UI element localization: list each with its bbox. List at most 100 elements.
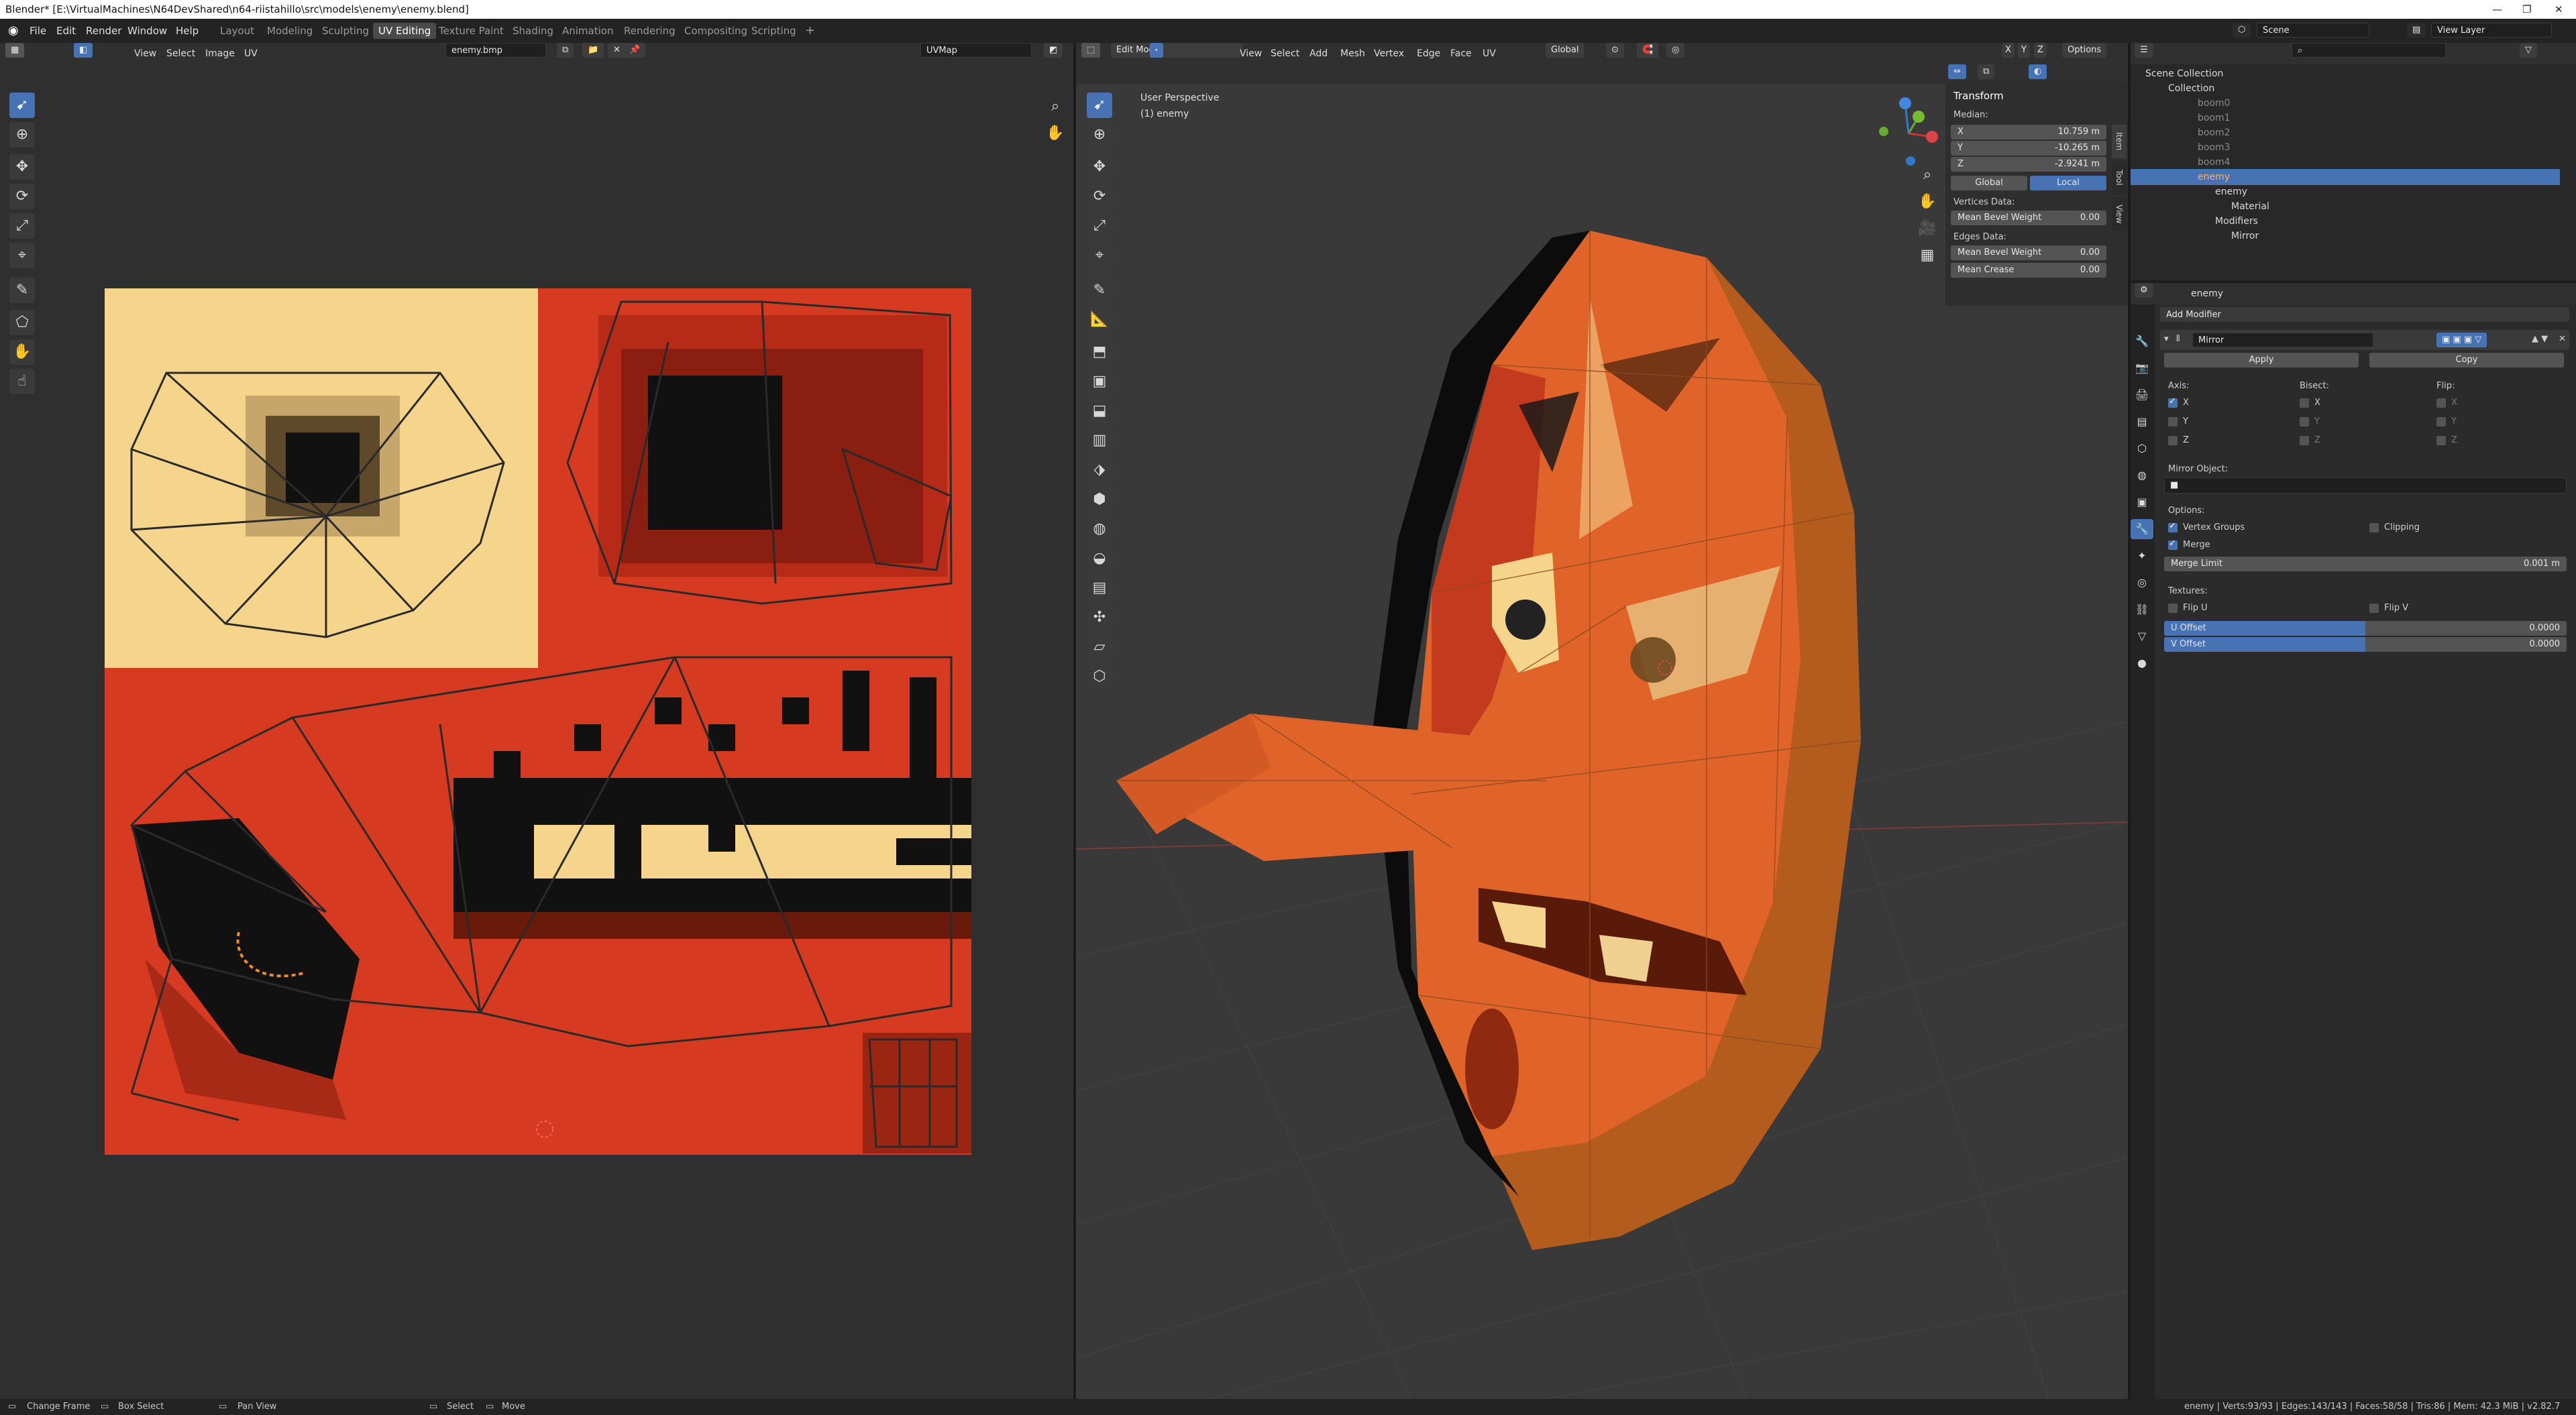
mean-crease-field[interactable]: Mean Crease 0.00 xyxy=(1951,263,2106,278)
uv-rip-tool-icon[interactable]: ⬠ xyxy=(9,310,35,335)
uv-transform-tool-icon[interactable]: ⌖ xyxy=(9,243,35,268)
modifier-move-icon[interactable]: ▲ ▼ xyxy=(2532,334,2548,344)
outliner-item-enemy[interactable]: enemy xyxy=(2131,169,2560,185)
pin-icon[interactable]: 📌 xyxy=(624,43,646,58)
mirror-x-toggle[interactable]: X xyxy=(2002,43,2015,58)
uv-cursor-tool-icon[interactable]: ⊕ xyxy=(9,122,35,148)
uv-move-tool-icon[interactable]: ✥ xyxy=(9,154,35,180)
vp-menu-edge[interactable]: Edge xyxy=(1417,43,1440,64)
uv-display-icon[interactable]: ◩ xyxy=(1044,43,1063,58)
view-layer-icon[interactable]: ▤ xyxy=(2407,23,2426,38)
global-toggle[interactable]: Global xyxy=(1951,176,2027,190)
scene-tab-icon[interactable]: ⬡ xyxy=(2131,439,2153,459)
uv-menu-view[interactable]: View xyxy=(134,43,156,64)
vp-menu-select[interactable]: Select xyxy=(1271,43,1299,64)
vp-menu-add[interactable]: Add xyxy=(1309,43,1328,64)
vp-cursor-tool-icon[interactable]: ⊕ xyxy=(1087,122,1112,148)
vp-measure-tool-icon[interactable]: 📐 xyxy=(1087,307,1112,333)
overlays-icon[interactable]: ⧉ xyxy=(1978,64,1995,79)
world-tab-icon[interactable]: ◍ xyxy=(2131,465,2153,486)
output-tab-icon[interactable]: 🖨 xyxy=(2131,385,2153,405)
uv-scale-tool-icon[interactable]: ⤢ xyxy=(9,213,35,239)
vp-annotate-tool-icon[interactable]: ✎ xyxy=(1087,278,1112,303)
snap-icon[interactable]: 🧲 xyxy=(1637,43,1659,58)
vp-loopcut-tool-icon[interactable]: ▥ xyxy=(1087,428,1112,453)
navigation-gizmo[interactable] xyxy=(1872,97,1945,170)
vp-transform-tool-icon[interactable]: ⌖ xyxy=(1087,243,1112,268)
vp-rip-tool-icon[interactable]: ⬡ xyxy=(1087,664,1112,689)
outliner-search-input[interactable]: ⌕ xyxy=(2292,43,2446,58)
tab-uv-editing[interactable]: UV Editing xyxy=(373,23,437,39)
particles-tab-icon[interactable]: ✦ xyxy=(2131,546,2153,566)
menu-file[interactable]: File xyxy=(30,19,46,43)
new-image-icon[interactable]: ⧉ xyxy=(557,43,574,58)
scene-selector[interactable]: Scene xyxy=(2257,23,2369,38)
vp-select-tool-icon[interactable]: ➹ xyxy=(1087,93,1112,118)
menu-window[interactable]: Window xyxy=(127,19,167,43)
shading-solid-icon[interactable]: ◐ xyxy=(2029,64,2047,79)
menu-edit[interactable]: Edit xyxy=(56,19,76,43)
properties-editor-icon[interactable]: ⚙ xyxy=(2135,283,2153,298)
data-tab-icon[interactable]: ▽ xyxy=(2131,626,2153,646)
local-toggle[interactable]: Local xyxy=(2030,176,2106,190)
physics-tab-icon[interactable]: ◎ xyxy=(2131,573,2153,593)
vp-menu-mesh[interactable]: Mesh xyxy=(1340,43,1365,64)
vp-spin-tool-icon[interactable]: ◍ xyxy=(1087,516,1112,542)
image-name-field[interactable]: enemy.bmp xyxy=(445,43,546,58)
menu-help[interactable]: Help xyxy=(176,19,199,43)
merge-checkbox[interactable] xyxy=(2168,539,2178,550)
3d-viewport[interactable]: ⬚ Edit Mode ⬝ View Select Add Mesh Verte… xyxy=(1076,43,2128,1399)
view-layer-tab-icon[interactable]: ▤ xyxy=(2131,412,2153,432)
apply-button[interactable]: Apply xyxy=(2164,353,2359,367)
modifier-collapse-icon[interactable]: ▾ xyxy=(2164,334,2169,344)
uv-zoom-icon[interactable]: ⌕ xyxy=(1042,94,1068,119)
uv-menu-image[interactable]: Image xyxy=(205,43,235,64)
median-z-field[interactable]: Z -2.9241 m xyxy=(1951,157,2106,172)
modifier-toggles[interactable]: ▣ ▣ ▣ ▽ xyxy=(2436,333,2487,347)
uv-select-tool-icon[interactable]: ➹ xyxy=(9,93,35,118)
tab-animation[interactable]: Animation xyxy=(557,23,619,39)
flip-x-checkbox[interactable] xyxy=(2436,398,2446,408)
vp-inset-tool-icon[interactable]: ▣ xyxy=(1087,369,1112,394)
uv-annotate-tool-icon[interactable]: ✎ xyxy=(9,278,35,303)
tool-tab-icon[interactable]: 🔧 xyxy=(2131,331,2153,351)
clipping-checkbox[interactable] xyxy=(2369,523,2379,532)
uv-grab-tool-icon[interactable]: ✋ xyxy=(9,339,35,365)
tab-view[interactable]: View xyxy=(2112,197,2127,231)
outliner-item-material[interactable]: Material xyxy=(2131,199,2560,215)
transform-orientation[interactable]: Global xyxy=(1546,43,1585,58)
modifier-name-field[interactable]: Mirror xyxy=(2192,333,2373,347)
bisect-x-checkbox[interactable] xyxy=(2300,398,2309,408)
vp-menu-vertex[interactable]: Vertex xyxy=(1374,43,1404,64)
edge-bevel-weight-field[interactable]: Mean Bevel Weight 0.00 xyxy=(1951,245,2106,260)
object-tab-icon[interactable]: ▣ xyxy=(2131,492,2153,512)
outliner-item-boom3[interactable]: boom3 xyxy=(2131,139,2560,156)
outliner-item-enemy-mesh[interactable]: enemy xyxy=(2131,184,2560,200)
flip-y-checkbox[interactable] xyxy=(2436,417,2446,427)
uv-menu-select[interactable]: Select xyxy=(166,43,195,64)
outliner-item-boom0[interactable]: boom0 xyxy=(2131,95,2560,111)
vp-shear-tool-icon[interactable]: ▱ xyxy=(1087,634,1112,660)
axis-z-checkbox[interactable] xyxy=(2168,436,2178,445)
bisect-z-checkbox[interactable] xyxy=(2300,436,2309,445)
mirror-z-toggle[interactable]: Z xyxy=(2034,43,2047,58)
tab-modeling[interactable]: Modeling xyxy=(262,23,318,39)
outliner[interactable]: ☰ ⌕ ▽ Scene Collection Collection boom0 … xyxy=(2131,43,2576,280)
vp-rotate-tool-icon[interactable]: ⟳ xyxy=(1087,184,1112,209)
unlink-image-icon[interactable]: ✕ xyxy=(608,43,626,58)
vp-smooth-tool-icon[interactable]: ◒ xyxy=(1087,546,1112,571)
blender-logo-icon[interactable]: ◉ xyxy=(8,19,19,43)
vertex-bevel-weight-field[interactable]: Mean Bevel Weight 0.00 xyxy=(1951,211,2106,225)
gizmo-icon[interactable]: ⇔ xyxy=(1948,64,1966,79)
uv-menu-uv[interactable]: UV xyxy=(244,43,258,64)
vp-scale-tool-icon[interactable]: ⤢ xyxy=(1087,213,1112,239)
material-tab-icon[interactable]: ● xyxy=(2131,653,2153,673)
add-modifier-dropdown[interactable]: Add Modifier xyxy=(2160,307,2569,322)
close-icon[interactable]: ✕ xyxy=(2555,0,2563,19)
v-offset-slider[interactable]: V Offset 0.0000 xyxy=(2164,637,2567,652)
view-layer-selector[interactable]: View Layer xyxy=(2431,23,2552,38)
tab-sculpting[interactable]: Sculpting xyxy=(317,23,374,39)
tab-tool[interactable]: Tool xyxy=(2112,161,2127,194)
bisect-y-checkbox[interactable] xyxy=(2300,417,2309,427)
render-tab-icon[interactable]: 📷 xyxy=(2131,358,2153,378)
